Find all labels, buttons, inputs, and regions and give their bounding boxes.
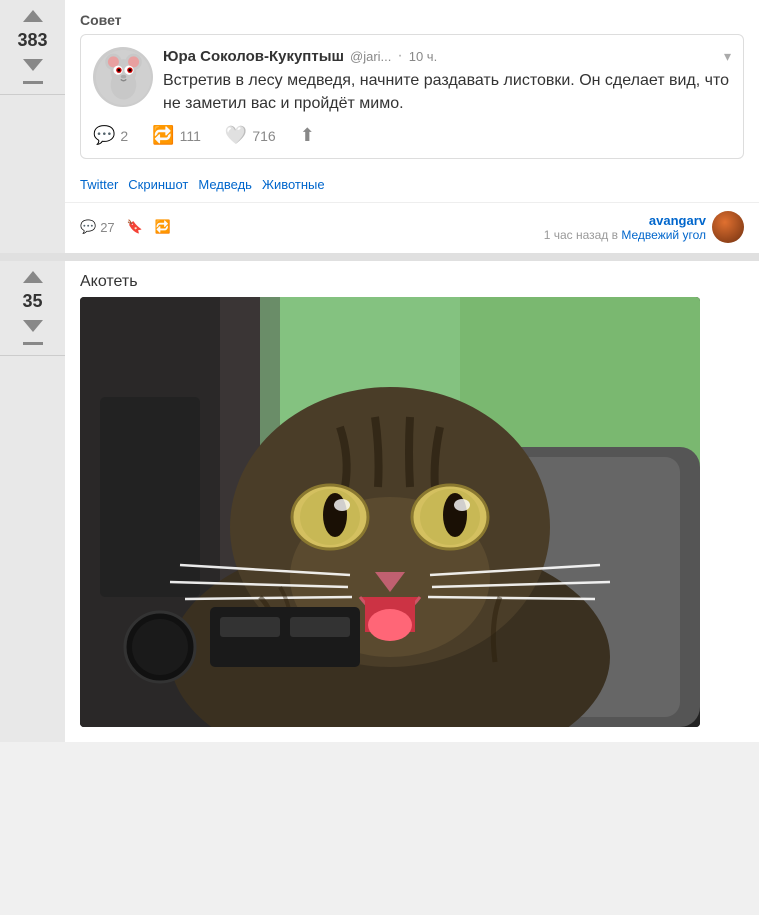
tweet-like-action[interactable]: 🤍 716 (225, 125, 276, 146)
meta-in-text: в (612, 228, 622, 242)
post-2-title: Акотеть (65, 261, 759, 297)
tweet-author-name: Юра Соколов-Кукуптыш (163, 48, 344, 65)
tag-twitter[interactable]: Twitter (80, 177, 118, 192)
meta-retweet-icon: 🔁 (155, 219, 171, 235)
meta-info: avangarv 1 час назад в Медвежий угол (544, 213, 706, 242)
post-meta-row: 💬 27 🔖 🔁 avangarv (65, 202, 759, 253)
meta-comment-action[interactable]: 💬 27 (80, 219, 115, 235)
tweet-share-action[interactable]: ⬆ (300, 125, 315, 146)
meta-author-avatar (712, 211, 744, 243)
tweet-handle: @jari... (350, 49, 391, 64)
meta-retweet-action[interactable]: 🔁 (155, 219, 171, 235)
tag-screenshot[interactable]: Скриншот (128, 177, 188, 192)
cat-svg (80, 297, 700, 727)
tag-animals[interactable]: Животные (262, 177, 325, 192)
vote-count-2: 35 (22, 291, 42, 312)
tweet-top: Юра Соколов-Кукуптыш @jari... · 10 ч. ▾ … (93, 47, 731, 125)
avatar-image (96, 50, 151, 105)
post-1: 383 Совет (0, 0, 759, 253)
tweet-text: Встретив в лесу медведя, начните раздава… (163, 69, 731, 115)
meta-comment-count: 27 (100, 220, 114, 235)
upvote-button-2[interactable] (23, 271, 43, 283)
vote-sidebar-1: 383 (0, 0, 65, 253)
tweet-retweet-count: 111 (180, 128, 201, 144)
tweet-right: Юра Соколов-Кукуптыш @jari... · 10 ч. ▾ … (163, 47, 731, 125)
tweet-actions: 💬 2 🔁 111 🤍 716 ⬆ (93, 125, 731, 146)
post-meta-left: 💬 27 🔖 🔁 (80, 219, 171, 235)
tweet-author-line: Юра Соколов-Кукуптыш @jari... · 10 ч. ▾ (163, 47, 731, 65)
meta-comment-icon: 💬 (80, 219, 96, 235)
tweet-comment-icon: 💬 (93, 125, 115, 146)
meta-bookmark-icon: 🔖 (127, 219, 143, 235)
tweet-time: 10 ч. (409, 49, 437, 64)
vote-block-2: 35 (0, 261, 65, 356)
vote-minus-1[interactable] (23, 81, 43, 84)
downvote-button-2[interactable] (23, 320, 43, 332)
post-1-title-text: Совет (80, 12, 122, 28)
post-tags: Twitter Скриншот Медведь Животные (65, 169, 759, 202)
vote-block-1: 383 (0, 0, 65, 95)
tweet-retweet-action[interactable]: 🔁 111 (152, 125, 201, 146)
upvote-button-1[interactable] (23, 10, 43, 22)
downvote-button-1[interactable] (23, 59, 43, 71)
post-1-title: Совет (65, 0, 759, 34)
post-1-content: Совет (65, 0, 759, 253)
vote-sidebar-2: 35 (0, 261, 65, 742)
tweet-retweet-icon: 🔁 (152, 125, 174, 146)
tweet-dot: · (397, 47, 402, 65)
tweet-like-count: 716 (252, 128, 275, 144)
post-meta-right: avangarv 1 час назад в Медвежий угол (544, 211, 744, 243)
vote-minus-2[interactable] (23, 342, 43, 345)
vote-count-1: 383 (17, 30, 47, 51)
cat-image-container (80, 297, 700, 727)
tweet-like-icon: 🤍 (225, 125, 247, 146)
posts-divider (0, 253, 759, 261)
post-2-title-text: Акотеть (80, 273, 138, 290)
tweet-share-icon: ⬆ (300, 125, 315, 146)
post-2-content: Акотеть (65, 261, 759, 742)
tweet-comment-count: 2 (120, 128, 128, 144)
tweet-comment-action[interactable]: 💬 2 (93, 125, 128, 146)
page-wrapper: 383 Совет (0, 0, 759, 742)
meta-bookmark-action[interactable]: 🔖 (127, 219, 143, 235)
meta-community-link[interactable]: Медвежий угол (621, 228, 706, 242)
tweet-dropdown-button[interactable]: ▾ (724, 48, 731, 65)
tag-bear[interactable]: Медведь (198, 177, 252, 192)
meta-time-text: 1 час назад (544, 228, 609, 242)
tweet-avatar (93, 47, 153, 107)
tweet-card: Юра Соколов-Кукуптыш @jari... · 10 ч. ▾ … (80, 34, 744, 159)
post-2: 35 Акотеть (0, 261, 759, 742)
meta-author-name[interactable]: avangarv (649, 213, 706, 228)
cat-image (80, 297, 700, 727)
